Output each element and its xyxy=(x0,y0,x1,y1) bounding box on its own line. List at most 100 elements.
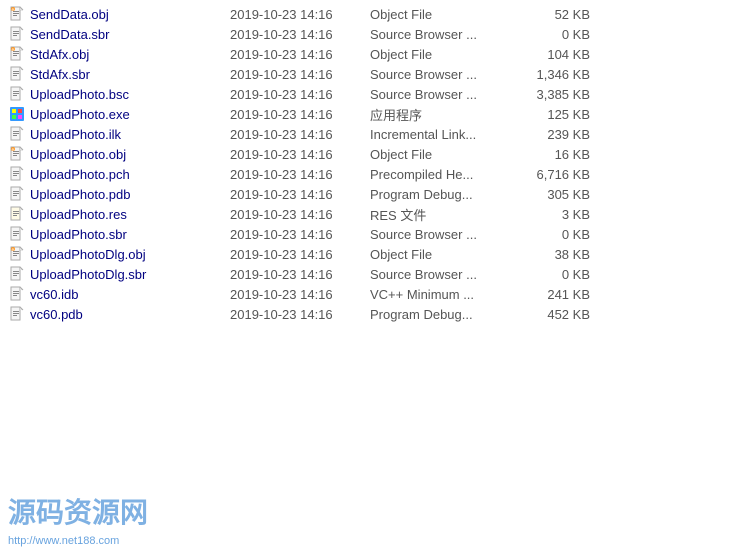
file-size: 6,716 KB xyxy=(510,167,590,182)
file-size: 125 KB xyxy=(510,107,590,122)
file-type: Source Browser ... xyxy=(370,27,510,42)
table-row[interactable]: ⚙ UploadPhoto.obj2019-10-23 14:16Object … xyxy=(0,144,747,164)
file-date: 2019-10-23 14:16 xyxy=(230,187,370,202)
file-size: 0 KB xyxy=(510,27,590,42)
file-list: ⚙ SendData.obj2019-10-23 14:16Object Fil… xyxy=(0,0,747,328)
sbr-icon xyxy=(8,186,26,202)
file-type: Object File xyxy=(370,247,510,262)
sbr-icon xyxy=(8,226,26,242)
watermark: 源码资源网 http://www.net188.com xyxy=(0,487,200,547)
watermark-url: http://www.net188.com xyxy=(0,535,200,547)
file-type: Program Debug... xyxy=(370,307,510,322)
file-size: 104 KB xyxy=(510,47,590,62)
file-type: Object File xyxy=(370,47,510,62)
file-date: 2019-10-23 14:16 xyxy=(230,287,370,302)
file-type: 应用程序 xyxy=(370,105,510,124)
file-type: Incremental Link... xyxy=(370,127,510,142)
file-type: Source Browser ... xyxy=(370,227,510,242)
file-date: 2019-10-23 14:16 xyxy=(230,107,370,122)
table-row[interactable]: ⚙ StdAfx.obj2019-10-23 14:16Object File1… xyxy=(0,44,747,64)
file-name: SendData.obj xyxy=(30,7,230,22)
table-row[interactable]: SendData.sbr2019-10-23 14:16Source Brows… xyxy=(0,24,747,44)
file-date: 2019-10-23 14:16 xyxy=(230,67,370,82)
sbr-icon xyxy=(8,286,26,302)
svg-text:⚙: ⚙ xyxy=(12,48,15,52)
table-row[interactable]: UploadPhoto.exe2019-10-23 14:16应用程序125 K… xyxy=(0,104,747,124)
file-size: 452 KB xyxy=(510,307,590,322)
watermark-text: 源码资源网 xyxy=(0,487,200,535)
file-date: 2019-10-23 14:16 xyxy=(230,47,370,62)
sbr-icon xyxy=(8,86,26,102)
file-type: Source Browser ... xyxy=(370,67,510,82)
file-name: StdAfx.sbr xyxy=(30,67,230,82)
file-size: 52 KB xyxy=(510,7,590,22)
file-name: UploadPhoto.ilk xyxy=(30,127,230,142)
obj-icon: ⚙ xyxy=(8,246,26,262)
file-size: 0 KB xyxy=(510,227,590,242)
table-row[interactable]: StdAfx.sbr2019-10-23 14:16Source Browser… xyxy=(0,64,747,84)
file-date: 2019-10-23 14:16 xyxy=(230,127,370,142)
file-date: 2019-10-23 14:16 xyxy=(230,207,370,222)
exe-icon xyxy=(8,106,26,122)
file-size: 241 KB xyxy=(510,287,590,302)
file-name: UploadPhoto.pch xyxy=(30,167,230,182)
file-type: Object File xyxy=(370,7,510,22)
file-size: 16 KB xyxy=(510,147,590,162)
file-type: Source Browser ... xyxy=(370,267,510,282)
sbr-icon xyxy=(8,166,26,182)
file-name: UploadPhotoDlg.obj xyxy=(30,247,230,262)
obj-icon: ⚙ xyxy=(8,6,26,22)
file-type: Program Debug... xyxy=(370,187,510,202)
file-type: Source Browser ... xyxy=(370,87,510,102)
file-date: 2019-10-23 14:16 xyxy=(230,227,370,242)
table-row[interactable]: UploadPhoto.bsc2019-10-23 14:16Source Br… xyxy=(0,84,747,104)
table-row[interactable]: ⚙ UploadPhotoDlg.obj2019-10-23 14:16Obje… xyxy=(0,244,747,264)
file-name: UploadPhoto.obj xyxy=(30,147,230,162)
table-row[interactable]: UploadPhoto.pdb2019-10-23 14:16Program D… xyxy=(0,184,747,204)
table-row[interactable]: vc60.pdb2019-10-23 14:16Program Debug...… xyxy=(0,304,747,324)
file-name: UploadPhoto.pdb xyxy=(30,187,230,202)
file-size: 3 KB xyxy=(510,207,590,222)
file-date: 2019-10-23 14:16 xyxy=(230,7,370,22)
file-name: StdAfx.obj xyxy=(30,47,230,62)
file-size: 1,346 KB xyxy=(510,67,590,82)
file-name: vc60.pdb xyxy=(30,307,230,322)
file-name: vc60.idb xyxy=(30,287,230,302)
table-row[interactable]: vc60.idb2019-10-23 14:16VC++ Minimum ...… xyxy=(0,284,747,304)
table-row[interactable]: UploadPhotoDlg.sbr2019-10-23 14:16Source… xyxy=(0,264,747,284)
file-date: 2019-10-23 14:16 xyxy=(230,247,370,262)
file-date: 2019-10-23 14:16 xyxy=(230,267,370,282)
svg-text:⚙: ⚙ xyxy=(12,8,15,12)
table-row[interactable]: ⚙ SendData.obj2019-10-23 14:16Object Fil… xyxy=(0,4,747,24)
svg-text:⚙: ⚙ xyxy=(12,148,15,152)
file-size: 239 KB xyxy=(510,127,590,142)
file-date: 2019-10-23 14:16 xyxy=(230,87,370,102)
svg-text:⚙: ⚙ xyxy=(12,248,15,252)
file-name: SendData.sbr xyxy=(30,27,230,42)
file-name: UploadPhoto.bsc xyxy=(30,87,230,102)
sbr-icon xyxy=(8,266,26,282)
file-date: 2019-10-23 14:16 xyxy=(230,147,370,162)
file-size: 305 KB xyxy=(510,187,590,202)
file-name: UploadPhoto.sbr xyxy=(30,227,230,242)
file-type: RES 文件 xyxy=(370,205,510,224)
file-name: UploadPhoto.res xyxy=(30,207,230,222)
res-icon xyxy=(8,206,26,222)
file-size: 3,385 KB xyxy=(510,87,590,102)
sbr-icon xyxy=(8,66,26,82)
file-date: 2019-10-23 14:16 xyxy=(230,167,370,182)
table-row[interactable]: UploadPhoto.ilk2019-10-23 14:16Increment… xyxy=(0,124,747,144)
table-row[interactable]: UploadPhoto.res2019-10-23 14:16RES 文件3 K… xyxy=(0,204,747,224)
table-row[interactable]: UploadPhoto.sbr2019-10-23 14:16Source Br… xyxy=(0,224,747,244)
file-type: VC++ Minimum ... xyxy=(370,287,510,302)
file-date: 2019-10-23 14:16 xyxy=(230,307,370,322)
obj-icon: ⚙ xyxy=(8,146,26,162)
obj-icon: ⚙ xyxy=(8,46,26,62)
file-name: UploadPhotoDlg.sbr xyxy=(30,267,230,282)
file-size: 0 KB xyxy=(510,267,590,282)
sbr-icon xyxy=(8,26,26,42)
file-name: UploadPhoto.exe xyxy=(30,107,230,122)
file-size: 38 KB xyxy=(510,247,590,262)
table-row[interactable]: UploadPhoto.pch2019-10-23 14:16Precompil… xyxy=(0,164,747,184)
file-type: Object File xyxy=(370,147,510,162)
